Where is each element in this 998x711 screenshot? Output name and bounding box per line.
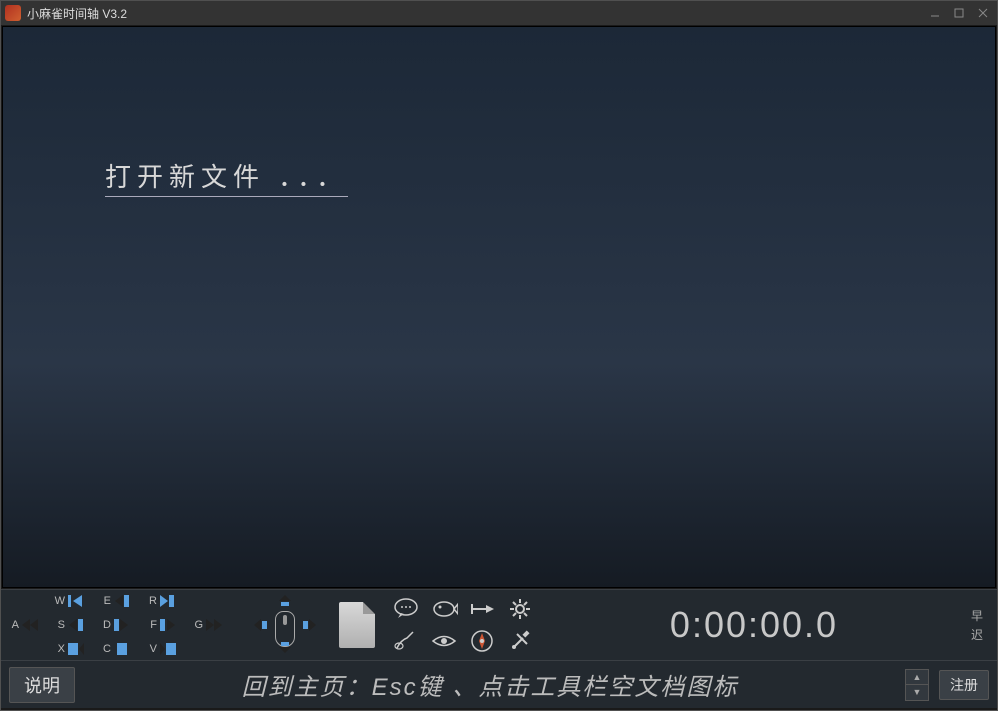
play-icon — [113, 618, 131, 632]
gear-icon[interactable] — [503, 594, 537, 624]
open-file-link[interactable]: 打开新文件 ．．． — [105, 157, 348, 197]
mouse-up-button[interactable] — [277, 593, 293, 609]
key-C[interactable]: C — [99, 639, 141, 659]
step-forward-icon — [159, 618, 177, 632]
minimize-button[interactable] — [923, 4, 947, 22]
early-late-labels: 早 迟 — [971, 607, 987, 643]
window-controls — [923, 4, 995, 22]
titlebar: 小麻雀时间轴 V3.2 — [1, 1, 997, 25]
timecode-display: 0:00:00.0 — [545, 604, 963, 646]
spinner-control[interactable]: ▲ ▼ — [905, 669, 929, 701]
tools-icon[interactable] — [503, 626, 537, 656]
skip-end-icon — [159, 594, 177, 608]
key-D[interactable]: D — [99, 615, 141, 635]
fish-icon[interactable] — [427, 594, 461, 624]
key-R[interactable]: R — [145, 591, 187, 611]
maximize-button[interactable] — [947, 4, 971, 22]
key-E[interactable]: E — [99, 591, 141, 611]
key-V[interactable]: V — [145, 639, 187, 659]
prev-frame-icon — [113, 594, 131, 608]
rewind-icon — [21, 618, 39, 632]
key-W[interactable]: W — [53, 591, 95, 611]
mouse-left-button[interactable] — [253, 617, 269, 633]
mouse-wheel-icon — [283, 615, 287, 625]
mark-out-icon — [159, 642, 177, 656]
action-icons — [389, 594, 537, 656]
app-icon — [5, 5, 21, 21]
mouse-right-button[interactable] — [301, 617, 317, 633]
key-A[interactable]: A — [7, 615, 49, 635]
violin-icon[interactable] — [389, 626, 423, 656]
skip-start-icon — [67, 594, 85, 608]
status-text: 回到主页：Esc键 、点击工具栏空文档图标 — [85, 667, 895, 702]
mouse-nav-cluster — [245, 595, 325, 655]
mark-in-icon — [67, 642, 85, 656]
key-S[interactable]: S — [53, 615, 95, 635]
key-F[interactable]: F — [145, 615, 187, 635]
toolbar: W E R A S — [1, 589, 997, 660]
mouse-down-button[interactable] — [277, 639, 293, 655]
fast-forward-icon — [205, 618, 223, 632]
spinner-up-icon[interactable]: ▲ — [906, 670, 928, 685]
late-label[interactable]: 迟 — [971, 626, 983, 643]
register-button[interactable]: 注册 — [939, 670, 989, 700]
window-title: 小麻雀时间轴 V3.2 — [27, 5, 923, 22]
statusbar: 说明 回到主页：Esc键 、点击工具栏空文档图标 ▲ ▼ 注册 — [1, 660, 997, 708]
mark-center-icon — [113, 642, 131, 656]
step-back-icon — [67, 618, 85, 632]
shortcut-key-grid: W E R A S — [7, 591, 233, 659]
key-X[interactable]: X — [53, 639, 95, 659]
close-button[interactable] — [971, 4, 995, 22]
spinner-down-icon[interactable]: ▼ — [906, 685, 928, 700]
pin-icon[interactable] — [465, 594, 499, 624]
speech-bubble-icon[interactable] — [389, 594, 423, 624]
compass-icon[interactable] — [465, 626, 499, 656]
key-G[interactable]: G — [191, 615, 233, 635]
blank-document-button[interactable] — [339, 602, 375, 648]
eye-icon[interactable] — [427, 626, 461, 656]
video-area: 打开新文件 ．．． — [2, 26, 996, 588]
early-label[interactable]: 早 — [971, 607, 983, 624]
help-button[interactable]: 说明 — [9, 667, 75, 703]
